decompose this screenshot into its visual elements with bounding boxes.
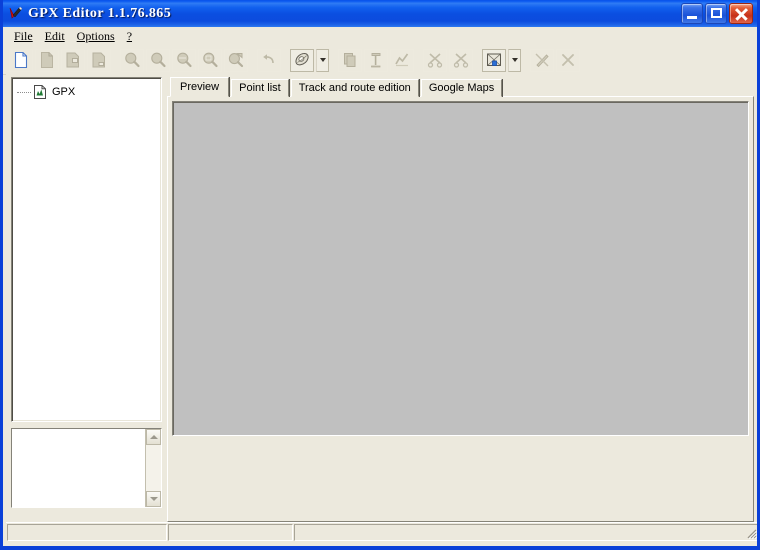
- lower-left-content: [12, 429, 145, 507]
- magnifier-fit-icon: [177, 52, 192, 68]
- save-as-button[interactable]: [87, 48, 111, 72]
- tab-point-list[interactable]: Point list: [231, 79, 289, 97]
- lower-left-panel[interactable]: [11, 428, 162, 508]
- globe-icon: [295, 53, 309, 66]
- tab-google-maps[interactable]: Google Maps: [420, 79, 503, 97]
- split-track-button[interactable]: [449, 48, 473, 72]
- minimize-button[interactable]: [681, 3, 703, 24]
- menu-item-help-label: ?: [126, 28, 133, 43]
- window-title: GPX Editor 1.1.76.865: [28, 5, 172, 21]
- scroll-up-icon: [149, 435, 158, 439]
- lower-left-scrollbar[interactable]: [145, 429, 161, 507]
- chevron-down-icon: [511, 58, 518, 62]
- magnifier-reset-icon: [228, 53, 244, 68]
- status-panel-3: [294, 524, 757, 541]
- status-panel-2: [168, 524, 293, 541]
- zoom-fit-button[interactable]: [172, 48, 196, 72]
- map-layer-icon: [487, 53, 501, 66]
- tab-panel-preview: [167, 96, 754, 522]
- status-bar: [6, 522, 757, 542]
- route-button[interactable]: [390, 48, 414, 72]
- anchor-button[interactable]: [364, 48, 388, 72]
- open-folder-icon: [41, 52, 53, 68]
- undo-button[interactable]: [257, 48, 281, 72]
- map-layer-button[interactable]: [482, 48, 506, 72]
- save-as-icon: [92, 52, 105, 68]
- tab-track-and-route-edition[interactable]: Track and route edition: [290, 79, 419, 97]
- toolbar-separator: [331, 49, 338, 72]
- scroll-up-button[interactable]: [146, 429, 161, 445]
- tab-strip: Preview Point list Track and route editi…: [167, 77, 754, 97]
- right-panel: Preview Point list Track and route editi…: [167, 74, 757, 522]
- menu-item-options[interactable]: Options: [72, 28, 122, 45]
- chevron-down-icon: [319, 58, 326, 62]
- new-file-button[interactable]: [9, 48, 33, 72]
- split-track-icon: [453, 53, 469, 68]
- status-panel-1: [7, 524, 167, 541]
- menu-item-file-label: File: [14, 28, 33, 43]
- hide-track-button[interactable]: [530, 48, 554, 72]
- globe-view-dropdown[interactable]: [316, 48, 329, 72]
- magnifier-minus-icon: [151, 52, 166, 68]
- tree-item-gpx[interactable]: GPX: [12, 78, 161, 100]
- gpx-editor-app-icon: [7, 5, 25, 23]
- undo-arrow-icon: [263, 54, 274, 64]
- anchor-icon: [371, 53, 381, 68]
- toolbar-separator: [416, 49, 423, 72]
- left-panel: GPX: [6, 74, 162, 522]
- menu-item-file[interactable]: File: [9, 28, 40, 45]
- zoom-selection-button[interactable]: [198, 48, 222, 72]
- toolbar-separator: [250, 49, 257, 72]
- toolbar-separator: [113, 49, 120, 72]
- menu-item-edit-label: Edit: [44, 28, 65, 43]
- gpx-file-icon: [32, 84, 48, 100]
- menu-item-options-label: Options: [76, 28, 115, 43]
- tab-preview[interactable]: Preview: [170, 77, 230, 97]
- title-bar[interactable]: GPX Editor 1.1.76.865: [3, 0, 757, 27]
- application-window: GPX Editor 1.1.76.865 File Edit Options …: [0, 0, 760, 550]
- toolbar-separator: [283, 49, 290, 72]
- menu-bar: File Edit Options ?: [3, 27, 757, 46]
- scroll-track[interactable]: [146, 445, 161, 491]
- client-area: GPX Preview Point list Track and route e…: [6, 74, 757, 522]
- scroll-down-icon: [149, 497, 158, 501]
- close-button[interactable]: [729, 3, 753, 24]
- magnifier-select-icon: [203, 52, 218, 68]
- toolbar: [3, 46, 757, 75]
- tree-connector: [17, 91, 31, 94]
- route-icon: [395, 53, 409, 67]
- magnifier-plus-icon: [125, 52, 140, 68]
- merge-tracks-icon: [427, 53, 443, 68]
- delete-x-icon: [562, 54, 574, 66]
- maximize-button[interactable]: [705, 3, 727, 24]
- scroll-down-button[interactable]: [146, 491, 161, 507]
- toolbar-separator: [475, 49, 482, 72]
- toolbar-separator: [523, 49, 530, 72]
- map-layer-dropdown[interactable]: [508, 48, 521, 72]
- new-document-icon: [14, 51, 28, 69]
- menu-item-edit[interactable]: Edit: [40, 28, 72, 45]
- zoom-out-button[interactable]: [146, 48, 170, 72]
- delete-button[interactable]: [556, 48, 580, 72]
- menu-item-help[interactable]: ?: [122, 28, 139, 45]
- zoom-in-button[interactable]: [120, 48, 144, 72]
- copy-button[interactable]: [338, 48, 362, 72]
- copy-pages-icon: [344, 53, 356, 67]
- tree-item-gpx-label: GPX: [52, 86, 76, 98]
- save-disk-icon: [66, 52, 79, 68]
- save-file-button[interactable]: [61, 48, 85, 72]
- window-controls: [681, 3, 753, 24]
- merge-tracks-button[interactable]: [423, 48, 447, 72]
- resize-grip-icon[interactable]: [744, 526, 757, 540]
- open-file-button[interactable]: [35, 48, 59, 72]
- pen-strike-icon: [535, 53, 549, 68]
- globe-view-button[interactable]: [290, 48, 314, 72]
- gpx-tree-view[interactable]: GPX: [11, 77, 162, 422]
- preview-canvas[interactable]: [172, 101, 749, 436]
- zoom-reset-button[interactable]: [224, 48, 248, 72]
